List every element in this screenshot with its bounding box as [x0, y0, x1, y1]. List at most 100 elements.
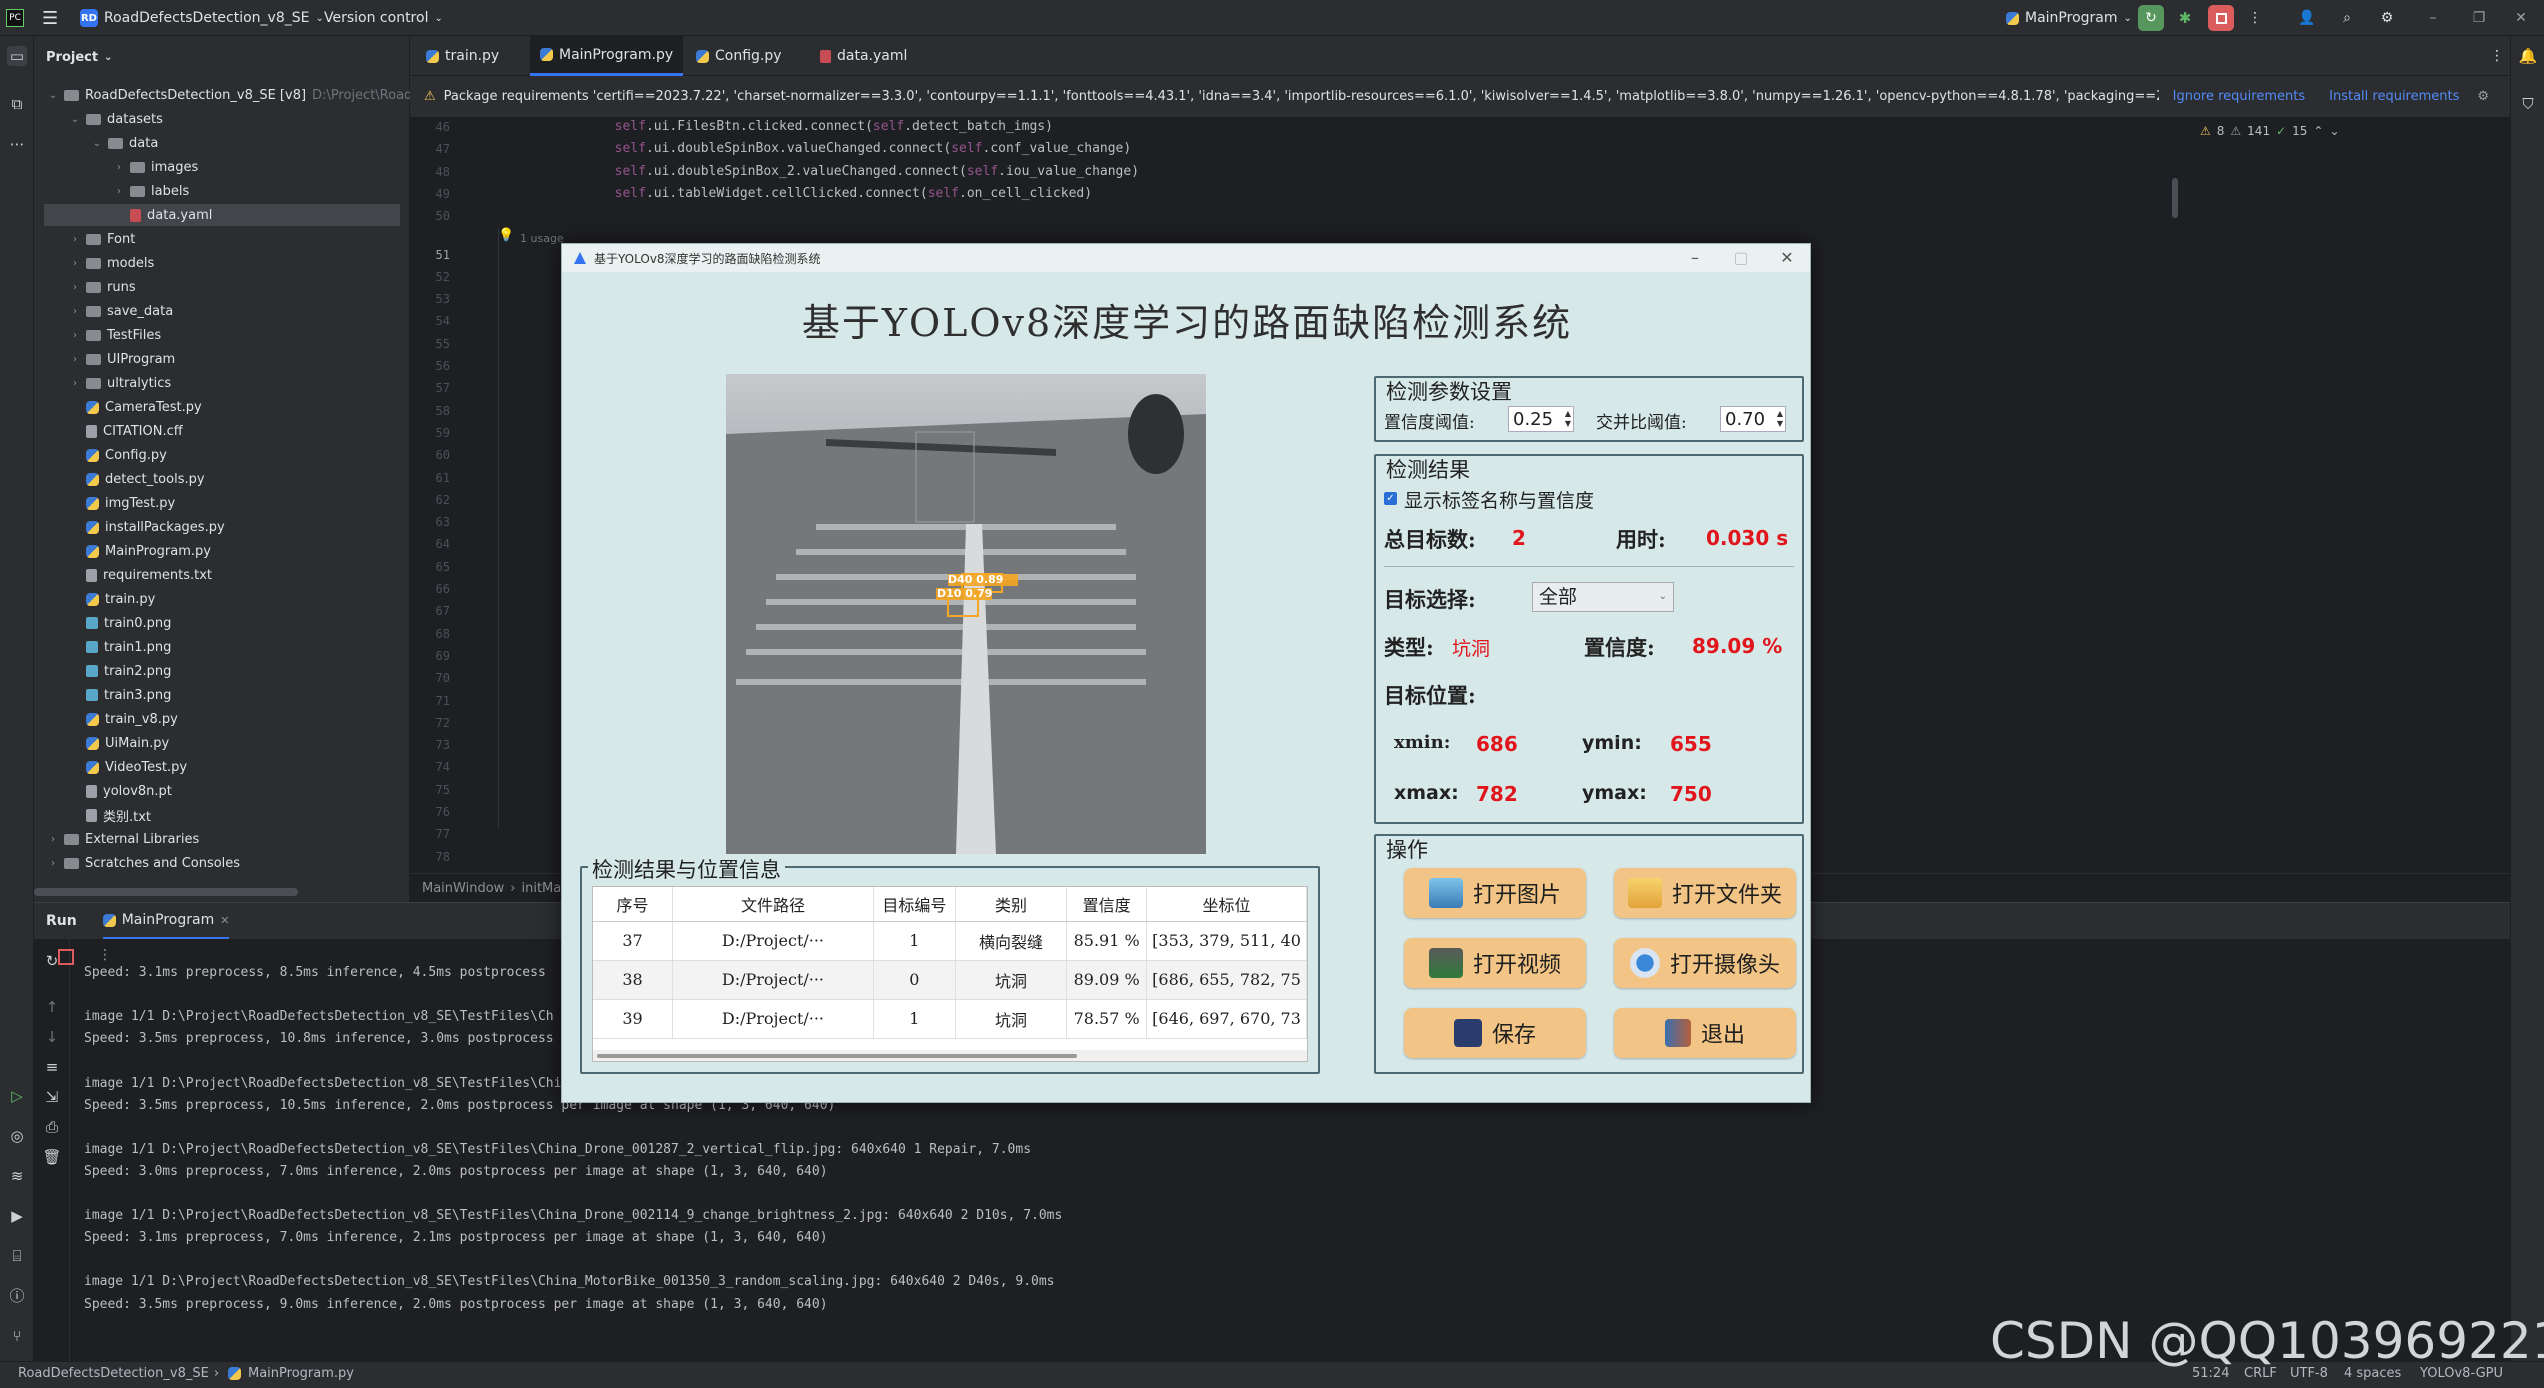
open-folder-button[interactable]: 打开文件夹 [1614, 868, 1796, 918]
table-cell[interactable]: 坑洞 [955, 999, 1068, 1039]
chevron-right-icon[interactable]: › [114, 186, 124, 197]
table-cell[interactable]: 坑洞 [955, 960, 1068, 1000]
run-config-tab[interactable]: MainProgram ✕ [102, 903, 230, 939]
chevron-right-icon[interactable]: › [48, 834, 58, 845]
restore-window-button[interactable]: ❐ [2466, 5, 2492, 31]
tree-item[interactable]: yolov8n.pt [70, 780, 172, 802]
tree-item[interactable]: train.py [70, 588, 155, 610]
code-line[interactable]: self.ui.FilesBtn.clicked.connect(self.de… [552, 119, 1053, 134]
show-labels-label[interactable]: 显示标签名称与置信度 [1404, 486, 1594, 513]
tree-root[interactable]: ⌄ RoadDefectsDetection_v8_SE [v8] D:\Pro… [48, 84, 423, 106]
tree-item[interactable]: › External Libraries [48, 828, 199, 850]
editor-scrollbar-thumb[interactable] [2172, 178, 2178, 218]
table-row[interactable]: 37 D:/Project/··· 1 横向裂缝 85.91 % [353, 3… [593, 921, 1307, 961]
chevron-right-icon[interactable]: › [70, 306, 80, 317]
app-minimize-button[interactable]: – [1672, 246, 1718, 270]
table-cell[interactable]: D:/Project/··· [672, 921, 874, 961]
tree-item[interactable]: › ultralytics [70, 372, 171, 394]
table-cell[interactable]: 39 [593, 999, 673, 1039]
vcs-menu[interactable]: Version control ⌄ [324, 6, 443, 30]
app-maximize-button[interactable]: ▢ [1718, 246, 1764, 270]
more-actions-button[interactable]: ⋮ [2242, 5, 2268, 31]
table-header-cell[interactable]: 置信度 [1066, 887, 1148, 922]
tree-item[interactable]: › labels [114, 180, 189, 202]
tree-item[interactable]: requirements.txt [70, 564, 212, 586]
table-cell[interactable]: 37 [593, 921, 673, 961]
chevron-right-icon[interactable]: › [70, 330, 80, 341]
tab-mainprogram-py[interactable]: MainProgram.py [530, 36, 684, 76]
tree-item[interactable]: › UIProgram [70, 348, 175, 370]
settings-button[interactable]: ⚙ [2374, 5, 2400, 31]
table-cell[interactable]: 1 [873, 999, 956, 1039]
chevron-right-icon[interactable]: › [70, 258, 80, 269]
tree-item[interactable]: › images [114, 156, 198, 178]
python-packages-icon[interactable]: ◎ [7, 1126, 27, 1146]
conf-threshold-spinbox[interactable]: 0.25 ▲ ▼ [1508, 406, 1574, 432]
open-video-button[interactable]: 打开视频 [1404, 938, 1586, 988]
table-hscrollbar[interactable] [593, 1050, 1307, 1061]
tab-train-py[interactable]: train.py [416, 36, 509, 76]
tree-item[interactable]: detect_tools.py [70, 468, 205, 490]
tree-item[interactable]: › runs [70, 276, 136, 298]
table-row[interactable]: 39 D:/Project/··· 1 坑洞 78.57 % [646, 697… [593, 999, 1307, 1039]
tree-item[interactable]: CITATION.cff [70, 420, 183, 442]
tab-data-yaml[interactable]: data.yaml [810, 36, 917, 76]
ignore-requirements-link[interactable]: Ignore requirements [2173, 89, 2305, 104]
chevron-right-icon[interactable]: › [70, 378, 80, 389]
tree-item[interactable]: train3.png [70, 684, 171, 706]
close-icon[interactable]: ✕ [220, 914, 229, 927]
chevron-right-icon[interactable]: › [48, 858, 58, 869]
table-cell[interactable]: 89.09 % [1066, 960, 1148, 1000]
run-icon[interactable]: ▷ [7, 1086, 27, 1106]
tree-item[interactable]: train1.png [70, 636, 171, 658]
tree-item[interactable]: › Scratches and Consoles [48, 852, 240, 874]
project-hscrollbar-thumb[interactable] [34, 888, 298, 896]
code-line[interactable]: self.ui.tableWidget.cellClicked.connect(… [552, 186, 1092, 201]
table-hscrollbar-thumb[interactable] [597, 1054, 1077, 1058]
project-switcher[interactable]: RD RoadDefectsDetection_v8_SE ⌄ [80, 6, 324, 30]
project-header[interactable]: Project ⌄ [46, 46, 112, 68]
debug-button[interactable]: ✱ [2172, 5, 2198, 31]
breadcrumb-item[interactable]: MainWindow [422, 881, 504, 896]
gear-icon[interactable]: ⚙ [2477, 89, 2489, 104]
show-labels-checkbox[interactable]: ✓ [1384, 492, 1397, 505]
tree-item[interactable]: installPackages.py [70, 516, 225, 538]
table-cell[interactable]: 78.57 % [1066, 999, 1148, 1039]
tree-item[interactable]: Config.py [70, 444, 167, 466]
target-select-dropdown[interactable]: 全部 ⌄ [1532, 582, 1674, 612]
breadcrumb-item[interactable]: initMa [522, 881, 562, 896]
notifications-icon[interactable]: 🔔 [2518, 46, 2538, 66]
chevron-right-icon[interactable]: › [70, 234, 80, 245]
code-line[interactable]: self.ui.doubleSpinBox.valueChanged.conne… [552, 141, 1132, 156]
status-project-crumb[interactable]: RoadDefectsDetection_v8_SE [18, 1366, 209, 1381]
table-header-cell[interactable]: 目标编号 [873, 887, 956, 922]
inspection-widget[interactable]: ⚠ 8 ⚠ 141 ✓ 15 ⌃ ⌄ [2200, 124, 2340, 138]
open-camera-button[interactable]: 打开摄像头 [1614, 938, 1796, 988]
tree-item[interactable]: › models [70, 252, 154, 274]
run-config-select[interactable]: MainProgram ⌄ [2006, 6, 2132, 30]
table-cell[interactable]: 1 [873, 921, 956, 961]
open-image-button[interactable]: 打开图片 [1404, 868, 1586, 918]
tree-item[interactable]: train_v8.py [70, 708, 178, 730]
tab-config-py[interactable]: Config.py [686, 36, 792, 76]
table-cell[interactable]: 38 [593, 960, 673, 1000]
spin-arrows-icon[interactable]: ▲ ▼ [1777, 409, 1783, 429]
table-cell[interactable]: 0 [873, 960, 956, 1000]
tab-options-button[interactable]: ⋮ [2480, 36, 2514, 76]
tree-item[interactable]: train0.png [70, 612, 171, 634]
tree-item[interactable]: CameraTest.py [70, 396, 202, 418]
chevron-right-icon[interactable]: › [70, 354, 80, 365]
table-header-cell[interactable]: 序号 [593, 887, 673, 922]
git-icon[interactable]: ⑂ [7, 1326, 27, 1346]
more-icon[interactable]: ⋮ [98, 947, 112, 963]
table-cell[interactable]: 85.91 % [1066, 921, 1148, 961]
chevron-right-icon[interactable]: › [70, 282, 80, 293]
tree-item[interactable]: › Font [70, 228, 135, 250]
exit-button[interactable]: 退出 [1614, 1008, 1796, 1058]
spin-arrows-icon[interactable]: ▲ ▼ [1565, 409, 1571, 429]
code-line[interactable]: self.ui.doubleSpinBox_2.valueChanged.con… [552, 164, 1139, 179]
table-row[interactable]: 38 D:/Project/··· 0 坑洞 89.09 % [686, 655… [593, 960, 1307, 1000]
table-cell[interactable]: 横向裂缝 [955, 921, 1068, 961]
tree-item[interactable]: 类别.txt [70, 804, 151, 826]
tree-item[interactable]: VideoTest.py [70, 756, 187, 778]
